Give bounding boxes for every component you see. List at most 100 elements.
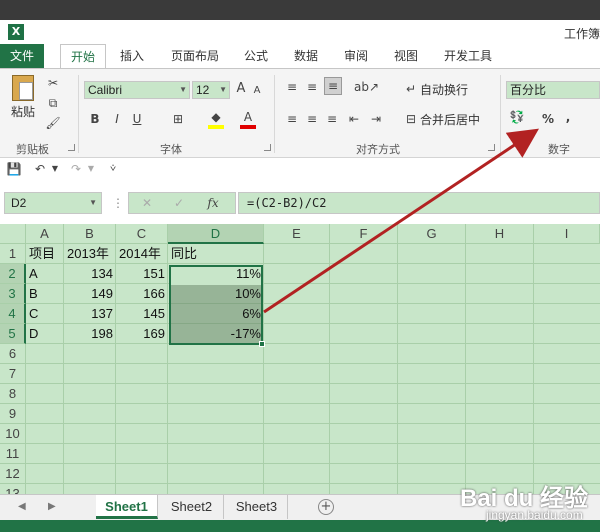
sheet-tab-sheet2[interactable]: Sheet2 xyxy=(160,495,224,519)
table-cell[interactable]: B xyxy=(26,284,64,304)
increase-indent-icon[interactable]: ⇥ xyxy=(368,111,384,127)
chevron-down-icon[interactable]: ▼ xyxy=(86,161,96,177)
currency-format-icon[interactable]: 💱 xyxy=(508,109,526,125)
save-icon[interactable]: 💾 xyxy=(6,161,22,177)
font-launcher-icon[interactable] xyxy=(264,144,271,151)
tab-formulas[interactable]: 公式 xyxy=(236,44,276,68)
column-header[interactable]: H xyxy=(466,224,534,244)
sheet-tab-sheet3[interactable]: Sheet3 xyxy=(226,495,288,519)
column-header[interactable]: F xyxy=(330,224,398,244)
row-header[interactable]: 12 xyxy=(0,464,26,484)
table-cell[interactable]: 137 xyxy=(64,304,116,324)
wrap-text-button[interactable]: 自动换行 xyxy=(420,81,468,98)
merge-center-button[interactable]: 合并后居中 xyxy=(420,111,480,128)
row-header[interactable]: 1 xyxy=(0,244,26,264)
row-header[interactable]: 3 xyxy=(0,284,26,304)
align-center-icon[interactable]: ≡ xyxy=(304,111,320,127)
chevron-down-icon[interactable]: ▼ xyxy=(50,161,60,177)
align-top-icon[interactable]: ≡ xyxy=(284,79,300,95)
row-header[interactable]: 13 xyxy=(0,484,26,494)
borders-icon[interactable]: ⊞ xyxy=(170,111,186,127)
cancel-icon[interactable]: ✕ xyxy=(139,195,155,211)
sheet-tab-sheet1[interactable]: Sheet1 xyxy=(96,495,158,519)
align-middle-icon[interactable]: ≡ xyxy=(304,79,320,95)
tab-home[interactable]: 开始 xyxy=(60,44,106,69)
select-all-corner[interactable] xyxy=(0,224,26,244)
table-cell[interactable]: -17% xyxy=(168,324,264,344)
alignment-launcher-icon[interactable] xyxy=(488,144,495,151)
tab-page-layout[interactable]: 页面布局 xyxy=(162,44,228,68)
table-cell[interactable]: 145 xyxy=(116,304,168,324)
copy-icon[interactable]: ⧉ xyxy=(44,95,62,111)
cut-icon[interactable]: ✂ xyxy=(44,75,62,91)
align-bottom-icon[interactable]: ≡ xyxy=(324,77,342,95)
table-cell[interactable]: 198 xyxy=(64,324,116,344)
next-sheet-icon[interactable]: ▶ xyxy=(48,501,56,512)
column-header[interactable]: E xyxy=(264,224,330,244)
table-cell[interactable]: 134 xyxy=(64,264,116,284)
align-right-icon[interactable]: ≡ xyxy=(324,111,340,127)
row-header[interactable]: 5 xyxy=(0,324,26,344)
column-header[interactable]: D xyxy=(168,224,264,244)
shrink-font-icon[interactable]: A xyxy=(250,83,264,99)
tab-review[interactable]: 审阅 xyxy=(334,44,378,68)
row-header[interactable]: 10 xyxy=(0,424,26,444)
column-header[interactable]: I xyxy=(534,224,600,244)
column-header[interactable]: A xyxy=(26,224,64,244)
column-header[interactable]: B xyxy=(64,224,116,244)
table-cell[interactable]: 10% xyxy=(168,284,264,304)
underline-button[interactable]: U xyxy=(130,111,144,127)
row-header[interactable]: 2 xyxy=(0,264,26,284)
italic-button[interactable]: I xyxy=(110,111,124,127)
tab-insert[interactable]: 插入 xyxy=(110,44,154,68)
table-cell[interactable]: D xyxy=(26,324,64,344)
table-cell[interactable]: 169 xyxy=(116,324,168,344)
table-header-cell[interactable]: 同比 xyxy=(168,244,264,264)
table-header-cell[interactable]: 项目 xyxy=(26,244,64,264)
table-cell[interactable]: 149 xyxy=(64,284,116,304)
column-header[interactable]: C xyxy=(116,224,168,244)
bold-button[interactable]: B xyxy=(88,111,102,127)
font-color-icon[interactable]: A xyxy=(240,109,256,129)
row-header[interactable]: 4 xyxy=(0,304,26,324)
tab-developer[interactable]: 开发工具 xyxy=(436,44,500,68)
orientation-icon[interactable]: ab↗ xyxy=(354,79,379,95)
column-header[interactable]: G xyxy=(398,224,466,244)
table-cell[interactable]: 11% xyxy=(168,264,264,284)
table-cell[interactable]: C xyxy=(26,304,64,324)
row-header[interactable]: 7 xyxy=(0,364,26,384)
tab-data[interactable]: 数据 xyxy=(284,44,328,68)
row-header[interactable]: 8 xyxy=(0,384,26,404)
grow-font-icon[interactable]: A xyxy=(234,81,248,97)
row-header[interactable]: 9 xyxy=(0,404,26,424)
formula-input[interactable]: =(C2-B2)/C2 xyxy=(238,192,600,214)
table-cell[interactable]: A xyxy=(26,264,64,284)
worksheet-grid[interactable]: A B C D E F G H I 1 2 3 4 5 6 7 8 9 10 1… xyxy=(0,224,600,494)
add-sheet-button[interactable]: + xyxy=(318,499,334,515)
customize-qat-icon[interactable]: ⩒ xyxy=(108,161,118,177)
tab-view[interactable]: 视图 xyxy=(384,44,428,68)
name-box[interactable]: D2 ▼ xyxy=(4,192,102,214)
comma-style-button[interactable]: , xyxy=(562,109,574,125)
table-header-cell[interactable]: 2014年 xyxy=(116,244,168,264)
row-header[interactable]: 11 xyxy=(0,444,26,464)
font-size-select[interactable]: 12 ▼ xyxy=(192,81,230,99)
fill-color-icon[interactable]: ◆ xyxy=(208,109,224,129)
enter-icon[interactable]: ✓ xyxy=(171,195,187,211)
decrease-indent-icon[interactable]: ⇤ xyxy=(346,111,362,127)
table-cell[interactable]: 166 xyxy=(116,284,168,304)
table-cell[interactable]: 151 xyxy=(116,264,168,284)
paste-button[interactable]: 粘贴 xyxy=(8,75,38,120)
percent-style-button[interactable]: % xyxy=(540,111,556,127)
prev-sheet-icon[interactable]: ◀ xyxy=(18,501,26,512)
insert-function-button[interactable]: fx xyxy=(203,195,223,211)
font-name-select[interactable]: Calibri ▼ xyxy=(84,81,190,99)
table-cell[interactable]: 6% xyxy=(168,304,264,324)
tab-file[interactable]: 文件 xyxy=(0,44,44,68)
number-format-select[interactable]: 百分比 xyxy=(506,81,600,99)
format-painter-icon[interactable]: 🖌 xyxy=(44,115,62,131)
redo-icon[interactable]: ↷ xyxy=(68,161,84,177)
undo-icon[interactable]: ↶ xyxy=(32,161,48,177)
row-header[interactable]: 6 xyxy=(0,344,26,364)
align-left-icon[interactable]: ≡ xyxy=(284,111,300,127)
